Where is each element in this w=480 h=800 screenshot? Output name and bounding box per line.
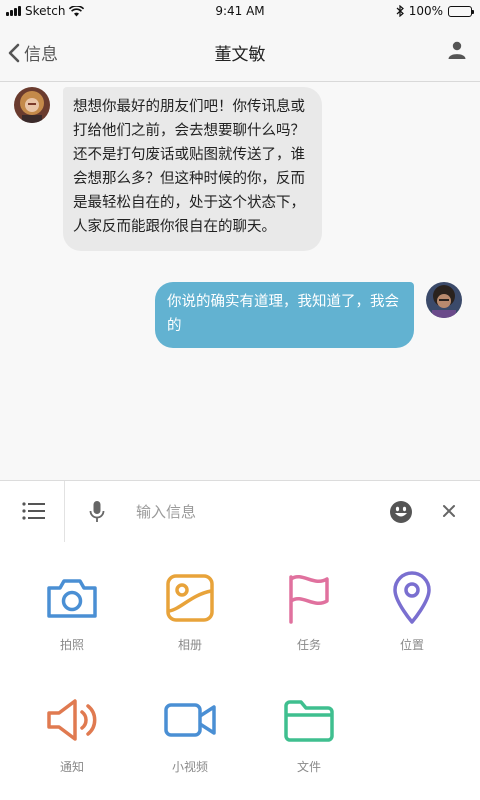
message-input[interactable] (126, 497, 376, 527)
contact-avatar-image (14, 87, 50, 123)
attach-album[interactable]: 相册 (140, 570, 240, 653)
status-bar: Sketch 9:41 AM 100% (0, 0, 480, 22)
attach-file-label: 文件 (296, 760, 321, 774)
nav-bar: 信息 董文敏 (0, 22, 480, 82)
microphone-icon (89, 501, 105, 522)
attach-location[interactable]: 位置 (362, 570, 462, 653)
battery-icon (448, 5, 474, 17)
camera-icon (47, 579, 97, 618)
user-avatar-image (426, 282, 462, 318)
page-title: 董文敏 (214, 45, 266, 65)
attachment-panel: 拍照 相册 任务 位置 通知 小视频 文件 (0, 542, 480, 800)
speaker-icon (47, 699, 97, 741)
attach-camera[interactable]: 拍照 (22, 570, 122, 653)
flag-icon (289, 575, 329, 624)
attach-camera-label: 拍照 (59, 638, 84, 652)
input-divider (64, 481, 65, 543)
user-icon (448, 41, 466, 59)
attach-album-label: 相册 (177, 638, 202, 652)
close-panel-button[interactable] (441, 503, 457, 523)
close-icon (443, 505, 455, 517)
attach-video-label: 小视频 (171, 760, 208, 774)
list-icon (22, 502, 45, 520)
attach-location-label: 位置 (399, 638, 424, 652)
smiley-icon (390, 501, 412, 523)
status-bar-right: 100% (396, 4, 474, 18)
attach-file[interactable]: 文件 (259, 692, 359, 775)
contact-profile-button[interactable] (448, 41, 466, 63)
video-camera-icon (164, 703, 216, 737)
attach-video[interactable]: 小视频 (140, 692, 240, 775)
outgoing-message[interactable]: 你说的确实有道理，我知道了，我会的 (155, 282, 414, 348)
attach-task-label: 任务 (296, 638, 321, 652)
user-avatar[interactable] (426, 282, 462, 318)
incoming-message[interactable]: 想想你最好的朋友们吧！你传讯息或打给他们之前，会去想要聊什么吗？还不是打句废话或… (63, 87, 322, 251)
bluetooth-icon (396, 5, 404, 17)
attach-task[interactable]: 任务 (259, 570, 359, 653)
emoji-button[interactable] (389, 500, 413, 528)
attach-notice[interactable]: 通知 (22, 692, 122, 775)
contact-avatar[interactable] (14, 87, 50, 123)
location-pin-icon (393, 571, 431, 624)
chat-area[interactable]: 想想你最好的朋友们吧！你传讯息或打给他们之前，会去想要聊什么吗？还不是打句废话或… (0, 83, 480, 480)
battery-percent: 100% (408, 4, 443, 18)
message-input-bar (0, 480, 480, 543)
menu-button[interactable] (22, 502, 46, 524)
album-icon (166, 574, 214, 622)
attach-notice-label: 通知 (59, 760, 84, 774)
folder-icon (284, 700, 334, 742)
voice-button[interactable] (89, 500, 105, 528)
